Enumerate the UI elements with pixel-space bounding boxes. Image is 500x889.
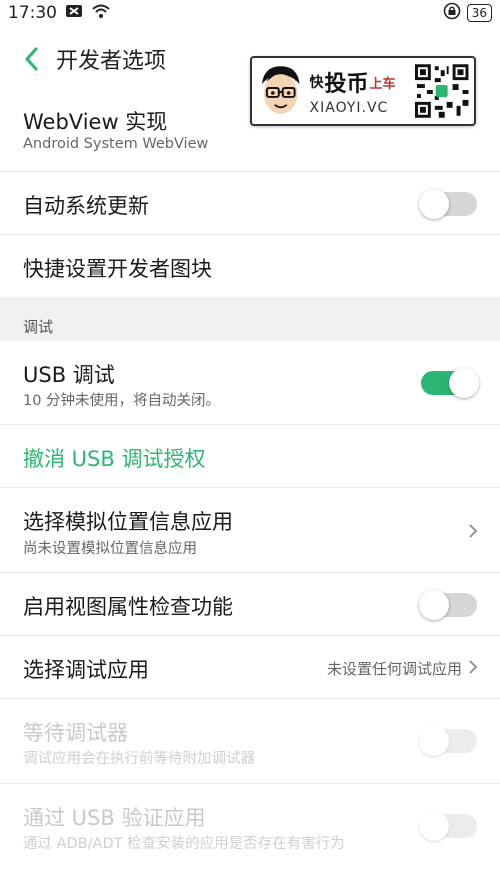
setting-title: 撤消 USB 调试授权 xyxy=(23,447,206,471)
setting-verify-usb[interactable]: 通过 USB 验证应用 通过 ADB/ADT 检查安装的应用是否存在有害行为 xyxy=(0,784,500,869)
setting-title: 通过 USB 验证应用 xyxy=(23,806,206,830)
toggle-knob xyxy=(419,189,449,219)
usb-debug-toggle[interactable] xyxy=(421,368,479,398)
back-button[interactable] xyxy=(0,26,56,92)
status-time: 17:30 xyxy=(8,3,57,23)
setting-subtitle: Android System WebView xyxy=(23,136,209,152)
setting-title: 自动系统更新 xyxy=(23,194,149,218)
setting-title: 等待调试器 xyxy=(23,721,128,745)
setting-auto-update[interactable]: 自动系统更新 xyxy=(0,172,500,235)
battery-indicator: 36 xyxy=(466,4,492,22)
setting-title: 选择模拟位置信息应用 xyxy=(23,510,233,534)
auto-update-toggle[interactable] xyxy=(419,189,477,219)
setting-webview[interactable]: WebView 实现 Android System WebView xyxy=(0,92,500,172)
toggle-knob xyxy=(419,726,449,756)
setting-subtitle: 10 分钟未使用，将自动关闭。 xyxy=(23,393,221,409)
toggle-knob xyxy=(419,590,449,620)
setting-usb-debug[interactable]: USB 调试 10 分钟未使用，将自动关闭。 xyxy=(0,341,500,425)
section-header-debug: 调试 xyxy=(0,297,500,341)
setting-title: 选择调试应用 xyxy=(23,658,149,682)
setting-value: 未设置任何调试应用 xyxy=(326,660,462,678)
setting-revoke-usb[interactable]: 撤消 USB 调试授权 xyxy=(0,425,500,488)
rotation-lock-icon xyxy=(443,2,461,25)
chevron-right-icon xyxy=(469,660,478,674)
toggle-knob xyxy=(419,811,449,841)
setting-mock-location[interactable]: 选择模拟位置信息应用 尚未设置模拟位置信息应用 xyxy=(0,488,500,573)
setting-title: USB 调试 xyxy=(23,363,115,387)
setting-title: WebView 实现 xyxy=(23,110,168,134)
setting-title: 启用视图属性检查功能 xyxy=(23,595,233,619)
wait-debugger-toggle[interactable] xyxy=(419,726,477,756)
watermark-text-c: 上车 xyxy=(369,76,396,92)
setting-debug-app[interactable]: 选择调试应用 未设置任何调试应用 xyxy=(0,636,500,699)
setting-wait-debugger[interactable]: 等待调试器 调试应用会在执行前等待附加调试器 xyxy=(0,699,500,784)
watermark-text-a: 快 xyxy=(309,75,324,91)
view-attr-toggle[interactable] xyxy=(419,590,477,620)
wifi-icon xyxy=(91,3,111,24)
page-title: 开发者选项 xyxy=(56,49,167,74)
setting-title: 快捷设置开发者图块 xyxy=(23,257,212,281)
chevron-left-icon xyxy=(25,47,38,71)
setting-quick-tiles[interactable]: 快捷设置开发者图块 xyxy=(0,235,500,297)
setting-subtitle: 通过 ADB/ADT 检查安装的应用是否存在有害行为 xyxy=(23,836,345,852)
setting-subtitle: 调试应用会在执行前等待附加调试器 xyxy=(23,751,255,767)
status-bar: 17:30 36 xyxy=(0,0,500,26)
setting-view-attr[interactable]: 启用视图属性检查功能 xyxy=(0,573,500,636)
notification-icon xyxy=(65,3,83,23)
chevron-right-icon xyxy=(469,524,478,538)
verify-usb-toggle[interactable] xyxy=(419,811,477,841)
section-label: 调试 xyxy=(23,318,54,336)
setting-subtitle: 尚未设置模拟位置信息应用 xyxy=(23,541,197,557)
toggle-knob xyxy=(449,368,479,398)
